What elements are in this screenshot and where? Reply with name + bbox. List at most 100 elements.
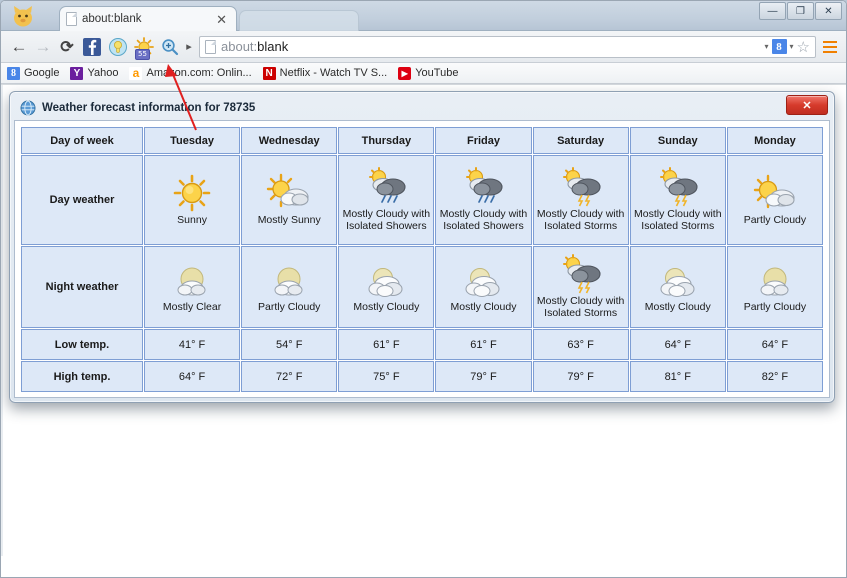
cell-night-weather-friday: Mostly Cloudy (435, 246, 532, 328)
cloudy-storms-icon (633, 167, 723, 207)
amazon-icon: a (129, 66, 143, 80)
row-night-weather: Night weather Mostly Clear Partly Cloudy… (21, 246, 823, 328)
cloudy-storms-icon (536, 167, 626, 207)
cell-low-temp-tuesday: 41° F (144, 329, 241, 360)
lightbulb-extension-icon[interactable] (106, 35, 130, 59)
cell-day-weather-friday: Mostly Cloudy with Isolated Showers (435, 155, 532, 245)
extensions-overflow-icon[interactable]: ▸ (183, 40, 195, 53)
weather-label: Mostly Cloudy with Isolated Storms (536, 208, 625, 232)
bookmark-yahoo[interactable]: Y Yahoo (70, 66, 118, 80)
search-engine-icon[interactable]: 8 (771, 39, 787, 54)
yahoo-icon: Y (70, 66, 84, 80)
weather-label: Mostly Cloudy (644, 300, 711, 313)
night-mostly-clear-icon (147, 260, 237, 300)
globe-icon (20, 100, 36, 116)
cell-high-temp-friday: 79° F (435, 361, 532, 392)
browser-menu-icon[interactable] (820, 36, 840, 58)
bookmark-google[interactable]: 8 Google (7, 66, 60, 80)
bookmark-netflix[interactable]: N Netflix - Watch TV S... (262, 66, 387, 80)
url-scheme: about: (221, 39, 258, 54)
reload-button[interactable]: ⟳ (55, 35, 79, 59)
tab-close-icon[interactable]: ✕ (213, 13, 230, 26)
weather-label: Mostly Sunny (257, 213, 321, 226)
weather-label: Sunny (177, 213, 207, 226)
search-engine-caret-icon[interactable]: ▾ (790, 42, 794, 51)
cell-day-weather-monday: Partly Cloudy (726, 155, 823, 245)
back-button[interactable]: ← (7, 35, 31, 59)
minimize-button[interactable]: — (759, 2, 786, 20)
dialog-title-bar: Weather forecast information for 78735 ✕ (14, 95, 830, 120)
weather-label: Mostly Cloudy with Isolated Storms (634, 208, 722, 232)
header-day-saturday: Saturday (532, 127, 629, 154)
forecast-table: Day of week Tuesday Wednesday Thursday F… (20, 126, 824, 393)
cell-night-weather-sunday: Mostly Cloudy (629, 246, 726, 328)
omnibox-dropdown-icon[interactable]: ▾ (765, 42, 769, 51)
cell-day-weather-tuesday: Sunny (144, 155, 241, 245)
night-partly-cloudy-icon (730, 260, 820, 300)
close-window-button[interactable]: ✕ (815, 2, 842, 20)
header-day-sunday: Sunday (629, 127, 726, 154)
header-day-tuesday: Tuesday (144, 127, 241, 154)
weather-label: Mostly Clear (162, 300, 222, 313)
weather-label: Mostly Cloudy with Isolated Showers (342, 208, 431, 232)
cell-high-temp-sunday: 81° F (629, 361, 726, 392)
cell-high-temp-thursday: 75° F (338, 361, 435, 392)
cell-night-weather-saturday: Mostly Cloudy with Isolated Storms (532, 246, 629, 328)
cell-night-weather-monday: Partly Cloudy (726, 246, 823, 328)
facebook-extension-icon[interactable] (80, 35, 104, 59)
zoom-search-extension-icon[interactable] (158, 35, 182, 59)
night-mostly-cloudy-icon (438, 260, 528, 300)
address-bar[interactable]: about:blank ▾ 8 ▾ ☆ (199, 35, 816, 58)
screen: about:blank ✕ — ❐ ✕ ← → ⟳ 55 ▸ about:bla… (0, 0, 847, 578)
bookmark-youtube[interactable]: ▶ YouTube (398, 66, 459, 80)
header-day-thursday: Thursday (338, 127, 435, 154)
cell-low-temp-thursday: 61° F (338, 329, 435, 360)
dialog-close-button[interactable]: ✕ (786, 95, 828, 115)
dialog-body: Day of week Tuesday Wednesday Thursday F… (14, 120, 830, 398)
cell-high-temp-saturday: 79° F (532, 361, 629, 392)
netflix-icon: N (262, 66, 276, 80)
weather-label: Mostly Cloudy with Isolated Showers (439, 208, 528, 232)
bookmark-label: Google (24, 67, 60, 79)
cell-day-weather-sunday: Mostly Cloudy with Isolated Storms (629, 155, 726, 245)
row-low-temp: Low temp. 41° F 54° F 61° F 61° F 63° F … (21, 329, 823, 360)
header-day-wednesday: Wednesday (241, 127, 338, 154)
browser-toolbar: ← → ⟳ 55 ▸ about:blank ▾ 8 ▾ ☆ (1, 31, 846, 63)
cell-high-temp-tuesday: 64° F (144, 361, 241, 392)
cloudy-showers-icon (341, 167, 431, 207)
weather-label: Partly Cloudy (743, 213, 807, 226)
cell-high-temp-monday: 82° F (726, 361, 823, 392)
cell-low-temp-saturday: 63° F (532, 329, 629, 360)
partly-cloudy-icon (730, 173, 820, 213)
weather-forecast-dialog: Weather forecast information for 78735 ✕… (9, 91, 835, 403)
background-tab[interactable] (239, 10, 359, 31)
tab-about-blank[interactable]: about:blank ✕ (59, 6, 237, 31)
forward-button[interactable]: → (31, 35, 55, 59)
cell-night-weather-thursday: Mostly Cloudy (338, 246, 435, 328)
row-label-low-temp: Low temp. (21, 329, 143, 360)
cell-low-temp-monday: 64° F (726, 329, 823, 360)
window-controls: — ❐ ✕ (759, 2, 842, 20)
maximize-button[interactable]: ❐ (787, 2, 814, 20)
tab-title: about:blank (82, 13, 142, 25)
bookmarks-bar: 8 Google Y Yahoo a Amazon.com: Onlin... … (1, 63, 846, 84)
viewport-left-edge (1, 85, 3, 556)
row-label-day-weather: Day weather (21, 155, 143, 245)
row-day-weather: Day weather Sunny Mostly Sunny Mostly Cl… (21, 155, 823, 245)
row-label-night-weather: Night weather (21, 246, 143, 328)
bookmark-label: YouTube (415, 67, 459, 79)
weather-extension-icon[interactable]: 55 (132, 35, 156, 60)
night-partly-cloudy-icon (244, 260, 334, 300)
weather-label: Partly Cloudy (743, 300, 807, 313)
night-cloudy-storms-icon (536, 254, 626, 294)
header-day-of-week: Day of week (21, 127, 143, 154)
bookmark-star-icon[interactable]: ☆ (797, 38, 810, 56)
address-bar-url: about:blank (221, 39, 288, 54)
row-high-temp: High temp. 64° F 72° F 75° F 79° F 79° F… (21, 361, 823, 392)
google-icon: 8 (7, 66, 20, 80)
forecast-header-row: Day of week Tuesday Wednesday Thursday F… (21, 127, 823, 154)
address-page-icon (205, 39, 216, 54)
bookmark-amazon[interactable]: a Amazon.com: Onlin... (129, 66, 252, 80)
weather-label: Partly Cloudy (257, 300, 321, 313)
cell-day-weather-saturday: Mostly Cloudy with Isolated Storms (532, 155, 629, 245)
